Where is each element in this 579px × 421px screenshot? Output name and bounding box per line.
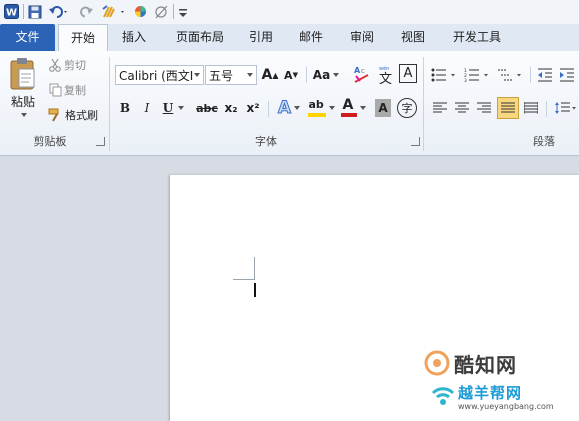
clipboard-group-label: 剪贴板 <box>33 135 67 148</box>
brush-icon[interactable] <box>100 3 128 20</box>
tab-page-layout[interactable]: 页面布局 <box>165 24 235 51</box>
grow-font-label: A <box>261 67 273 83</box>
tab-references[interactable]: 引用 <box>240 24 282 51</box>
bold-button[interactable]: B <box>116 98 134 118</box>
numbering-icon[interactable]: 123 <box>463 65 491 85</box>
tab-insert[interactable]: 插入 <box>113 24 155 51</box>
clipboard-icon[interactable] <box>6 55 40 93</box>
font-group-label: 字体 <box>255 135 277 148</box>
undo-icon[interactable] <box>47 3 71 20</box>
highlight-color-swatch <box>307 113 326 117</box>
font-name-value: Calibri (西文I <box>119 69 194 83</box>
character-shading-button[interactable]: A <box>375 99 391 117</box>
pinyin-guide-icon[interactable]: wén 文 <box>376 63 396 85</box>
subscript-button[interactable]: x₂ <box>222 98 240 118</box>
enclose-characters-button[interactable]: 字 <box>397 98 417 118</box>
watermark-brand-2: 越羊帮网 <box>458 384 523 402</box>
shrink-font-button[interactable]: A ▼ <box>282 65 300 85</box>
clipboard-launcher-icon[interactable] <box>96 137 105 146</box>
copy-button[interactable]: 复制 <box>64 82 92 98</box>
distributed-icon[interactable] <box>521 98 541 118</box>
tab-file[interactable]: 文件 <box>0 24 55 51</box>
quick-access-toolbar: W <box>0 0 579 25</box>
svg-text:3: 3 <box>464 78 467 82</box>
qat-divider <box>22 3 24 20</box>
format-painter-icon <box>48 107 64 123</box>
superscript-button[interactable]: x² <box>244 98 262 118</box>
font-divider-2 <box>268 101 269 117</box>
tab-mailings[interactable]: 邮件 <box>290 24 332 51</box>
clear-format-icon[interactable] <box>153 3 169 20</box>
paste-button[interactable]: 粘贴 <box>6 93 40 109</box>
paste-dropdown-arrow[interactable] <box>16 111 28 119</box>
customize-icon[interactable] <box>177 3 189 20</box>
underline-dropdown[interactable] <box>176 98 186 118</box>
font-launcher-icon[interactable] <box>411 137 420 146</box>
font-size-value: 五号 <box>209 69 234 83</box>
para-divider <box>530 67 531 83</box>
text-cursor <box>254 283 256 297</box>
align-left-icon[interactable] <box>430 98 450 118</box>
align-right-icon[interactable] <box>474 98 494 118</box>
format-painter-button[interactable]: 格式刷 <box>65 107 107 123</box>
margin-corner-mark-horizontal <box>233 279 255 280</box>
multilevel-list-icon[interactable] <box>496 65 524 85</box>
ribbon-tabs: 文件 开始 插入 页面布局 引用 邮件 审阅 视图 开发工具 <box>0 24 579 52</box>
text-effects-button[interactable]: A <box>274 97 304 119</box>
font-color-label: A <box>342 97 354 113</box>
highlight-button[interactable]: ab <box>306 97 336 119</box>
change-case-button[interactable]: Aa <box>312 65 340 85</box>
strikethrough-button[interactable]: abc <box>194 98 220 118</box>
watermark-url: www.yueyangbang.com <box>458 402 554 411</box>
highlight-label: ab <box>308 98 324 111</box>
save-icon[interactable] <box>27 3 43 20</box>
svg-text:A: A <box>354 66 361 75</box>
increase-indent-icon[interactable] <box>558 65 576 85</box>
redo-icon[interactable] <box>79 3 95 20</box>
change-case-label: Aa <box>312 68 331 82</box>
watermark-brand-1: 酷知网 <box>454 353 517 377</box>
cut-icon <box>48 57 62 73</box>
text-effects-label: A <box>277 98 292 119</box>
font-color-button[interactable]: A <box>338 97 368 119</box>
paragraph-group-label: 段落 <box>533 135 555 148</box>
watermark-logo-icon <box>424 350 450 376</box>
decrease-indent-icon[interactable] <box>536 65 554 85</box>
word-logo-icon[interactable]: W <box>3 3 19 20</box>
line-spacing-icon[interactable] <box>553 98 579 118</box>
font-name-combo[interactable]: Calibri (西文I <box>115 65 204 85</box>
para-divider-2 <box>546 101 547 117</box>
tab-home[interactable]: 开始 <box>58 24 108 52</box>
tab-developer[interactable]: 开发工具 <box>445 24 509 51</box>
shrink-font-label: A <box>284 68 293 82</box>
font-size-combo[interactable]: 五号 <box>205 65 257 85</box>
tab-view[interactable]: 视图 <box>392 24 434 51</box>
tab-review[interactable]: 审阅 <box>341 24 383 51</box>
svg-text:wén: wén <box>379 65 389 72</box>
svg-text:W: W <box>5 8 16 19</box>
copy-icon <box>48 82 62 98</box>
grow-font-button[interactable]: A ▲ <box>261 65 279 85</box>
color-wheel-icon[interactable] <box>132 3 148 20</box>
watermark-wifi-icon <box>430 381 456 407</box>
character-border-button[interactable]: A <box>399 64 417 83</box>
ribbon-panel: 粘贴 剪切 复制 格式刷 剪贴板 Calibri (西文I 五号 A ▲ A ▼ A… <box>0 51 579 156</box>
pinyin-char: 文 <box>379 72 392 84</box>
svg-text:c: c <box>361 67 365 75</box>
clear-formatting-icon[interactable]: Ac <box>352 63 372 85</box>
italic-button[interactable]: I <box>138 98 156 118</box>
font-divider <box>306 67 307 83</box>
cut-button[interactable]: 剪切 <box>64 57 92 73</box>
margin-corner-mark-vertical <box>254 257 255 279</box>
bullets-icon[interactable] <box>430 65 458 85</box>
justify-icon[interactable] <box>497 97 519 119</box>
align-center-icon[interactable] <box>452 98 472 118</box>
font-color-swatch <box>340 113 357 117</box>
underline-button[interactable]: U <box>160 98 176 118</box>
qat-divider-2 <box>172 3 174 20</box>
